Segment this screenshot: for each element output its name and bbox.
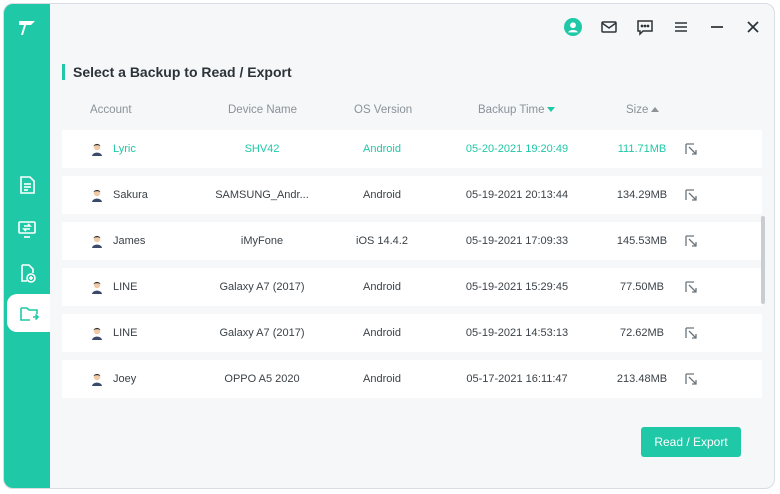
open-backup-icon[interactable] bbox=[684, 280, 698, 294]
sidebar-item-files[interactable] bbox=[4, 166, 50, 204]
cell-account: Lyric bbox=[113, 143, 136, 155]
column-header-time: Backup Time bbox=[478, 104, 545, 116]
table-row[interactable]: LINE Galaxy A7 (2017) Android 05-19-2021… bbox=[62, 314, 762, 352]
close-button[interactable] bbox=[742, 16, 764, 38]
window-controls bbox=[562, 16, 764, 38]
cell-size: 145.53MB bbox=[616, 235, 668, 247]
cell-account: James bbox=[113, 235, 146, 247]
menu-button[interactable] bbox=[670, 16, 692, 38]
column-header-size-button[interactable]: Size bbox=[626, 104, 660, 116]
column-header-account: Account bbox=[90, 104, 132, 116]
cell-device: SHV42 bbox=[244, 143, 280, 155]
table-row[interactable]: Lyric SHV42 Android 05-20-2021 19:20:49 … bbox=[62, 130, 762, 168]
app-window: Select a Backup to Read / Export Account… bbox=[3, 3, 775, 489]
cell-device: SAMSUNG_Andr... bbox=[215, 189, 309, 201]
table-header: Account Device Name OS Version Backup Ti… bbox=[62, 104, 762, 122]
avatar-icon bbox=[92, 373, 102, 386]
cell-device: Galaxy A7 (2017) bbox=[219, 327, 305, 339]
user-icon bbox=[564, 18, 582, 36]
device-transfer-icon bbox=[18, 221, 36, 238]
minimize-icon bbox=[711, 26, 723, 28]
folder-export-icon bbox=[19, 307, 39, 321]
open-backup-icon[interactable] bbox=[684, 142, 698, 156]
mail-icon bbox=[601, 21, 617, 33]
cell-time: 05-19-2021 14:53:13 bbox=[465, 327, 569, 339]
cell-account: Joey bbox=[113, 373, 137, 385]
page-title: Select a Backup to Read / Export bbox=[62, 64, 292, 80]
close-icon bbox=[747, 21, 759, 33]
file-list-icon bbox=[20, 176, 35, 194]
cell-os: Android bbox=[363, 189, 401, 201]
feedback-button[interactable] bbox=[634, 16, 656, 38]
cell-account: LINE bbox=[113, 281, 138, 293]
table-row[interactable]: Sakura SAMSUNG_Andr... Android 05-19-202… bbox=[62, 176, 762, 214]
cell-os: Android bbox=[363, 281, 401, 293]
avatar-icon bbox=[92, 143, 102, 156]
cell-os: Android bbox=[363, 143, 401, 155]
cell-os: Android bbox=[363, 373, 401, 385]
sidebar-item-transfer[interactable] bbox=[4, 210, 50, 248]
cell-size: 111.71MB bbox=[617, 143, 667, 155]
avatar-icon bbox=[92, 189, 102, 202]
avatar-icon bbox=[92, 235, 102, 248]
column-header-os: OS Version bbox=[354, 104, 413, 116]
user-button[interactable] bbox=[562, 16, 584, 38]
table-row[interactable]: LINE Galaxy A7 (2017) Android 05-19-2021… bbox=[62, 268, 762, 306]
sidebar-item-add[interactable] bbox=[4, 254, 50, 292]
cell-os: Android bbox=[363, 327, 401, 339]
cell-size: 213.48MB bbox=[616, 373, 668, 385]
column-header-time-button[interactable]: Backup Time bbox=[478, 104, 556, 116]
sidebar-item-backup[interactable] bbox=[7, 294, 50, 332]
minimize-button[interactable] bbox=[706, 16, 728, 38]
avatar-icon bbox=[92, 327, 102, 340]
cell-size: 77.50MB bbox=[619, 281, 665, 293]
cell-time: 05-19-2021 20:13:44 bbox=[465, 189, 569, 201]
backup-list: Lyric SHV42 Android 05-20-2021 19:20:49 … bbox=[62, 130, 762, 402]
column-header-size: Size bbox=[626, 104, 649, 116]
cell-time: 05-20-2021 19:20:49 bbox=[465, 143, 569, 155]
cell-size: 134.29MB bbox=[616, 189, 668, 201]
open-backup-icon[interactable] bbox=[684, 372, 698, 386]
feedback-icon bbox=[637, 20, 653, 36]
open-backup-icon[interactable] bbox=[684, 188, 698, 202]
sidebar bbox=[4, 4, 50, 488]
sort-ascending-icon bbox=[651, 107, 660, 113]
scrollbar-thumb[interactable] bbox=[761, 216, 765, 304]
cell-size: 72.62MB bbox=[619, 327, 665, 339]
open-backup-icon[interactable] bbox=[684, 234, 698, 248]
menu-icon bbox=[675, 22, 687, 32]
sort-descending-icon bbox=[547, 107, 556, 113]
cell-account: Sakura bbox=[113, 189, 148, 201]
table-row[interactable]: Joey OPPO A5 2020 Android 05-17-2021 16:… bbox=[62, 360, 762, 398]
cell-time: 05-19-2021 15:29:45 bbox=[465, 281, 569, 293]
cell-device: Galaxy A7 (2017) bbox=[219, 281, 305, 293]
brand-logo-icon bbox=[19, 21, 35, 35]
mail-button[interactable] bbox=[598, 16, 620, 38]
open-backup-icon[interactable] bbox=[684, 326, 698, 340]
column-header-device: Device Name bbox=[228, 104, 298, 116]
cell-os: iOS 14.4.2 bbox=[356, 235, 408, 247]
read-export-button[interactable]: Read / Export bbox=[641, 427, 741, 457]
cell-time: 05-19-2021 17:09:33 bbox=[465, 235, 569, 247]
cell-account: LINE bbox=[113, 327, 138, 339]
file-add-icon bbox=[21, 264, 36, 283]
cell-time: 05-17-2021 16:11:47 bbox=[466, 373, 568, 385]
cell-device: OPPO A5 2020 bbox=[224, 373, 300, 385]
avatar-icon bbox=[92, 281, 102, 294]
table-row[interactable]: James iMyFone iOS 14.4.2 05-19-2021 17:0… bbox=[62, 222, 762, 260]
cell-device: iMyFone bbox=[240, 235, 284, 247]
